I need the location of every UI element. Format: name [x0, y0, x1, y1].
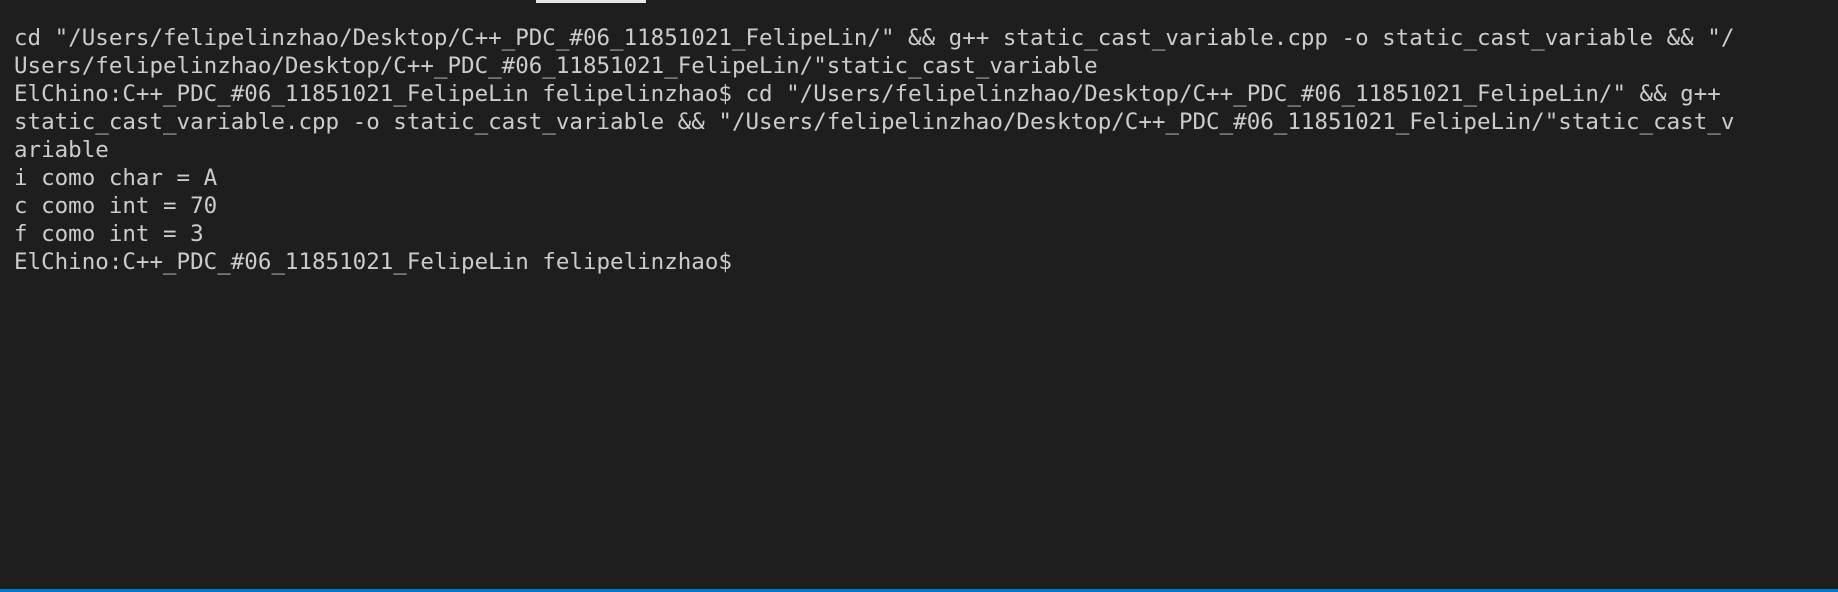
terminal-panel[interactable]: cd "/Users/felipelinzhao/Desktop/C++_PDC… — [0, 0, 1838, 592]
terminal-line: ariable — [14, 137, 109, 163]
terminal-line: Users/felipelinzhao/Desktop/C++_PDC_#06_… — [14, 53, 1098, 79]
terminal-line: i como char = A — [14, 165, 218, 191]
terminal-prompt-line[interactable]: ElChino:C++_PDC_#06_11851021_FelipeLin f… — [14, 248, 1824, 276]
terminal-line: ElChino:C++_PDC_#06_11851021_FelipeLin f… — [14, 81, 1721, 107]
terminal-line: f como int = 3 — [14, 221, 204, 247]
terminal-line: c como int = 70 — [14, 193, 218, 219]
terminal-cursor — [734, 250, 747, 274]
terminal-line: cd "/Users/felipelinzhao/Desktop/C++_PDC… — [14, 25, 1735, 51]
terminal-output[interactable]: cd "/Users/felipelinzhao/Desktop/C++_PDC… — [14, 24, 1824, 276]
active-tab-indicator — [536, 0, 646, 3]
terminal-line: static_cast_variable.cpp -o static_cast_… — [14, 109, 1735, 135]
terminal-prompt: ElChino:C++_PDC_#06_11851021_FelipeLin f… — [14, 249, 732, 275]
